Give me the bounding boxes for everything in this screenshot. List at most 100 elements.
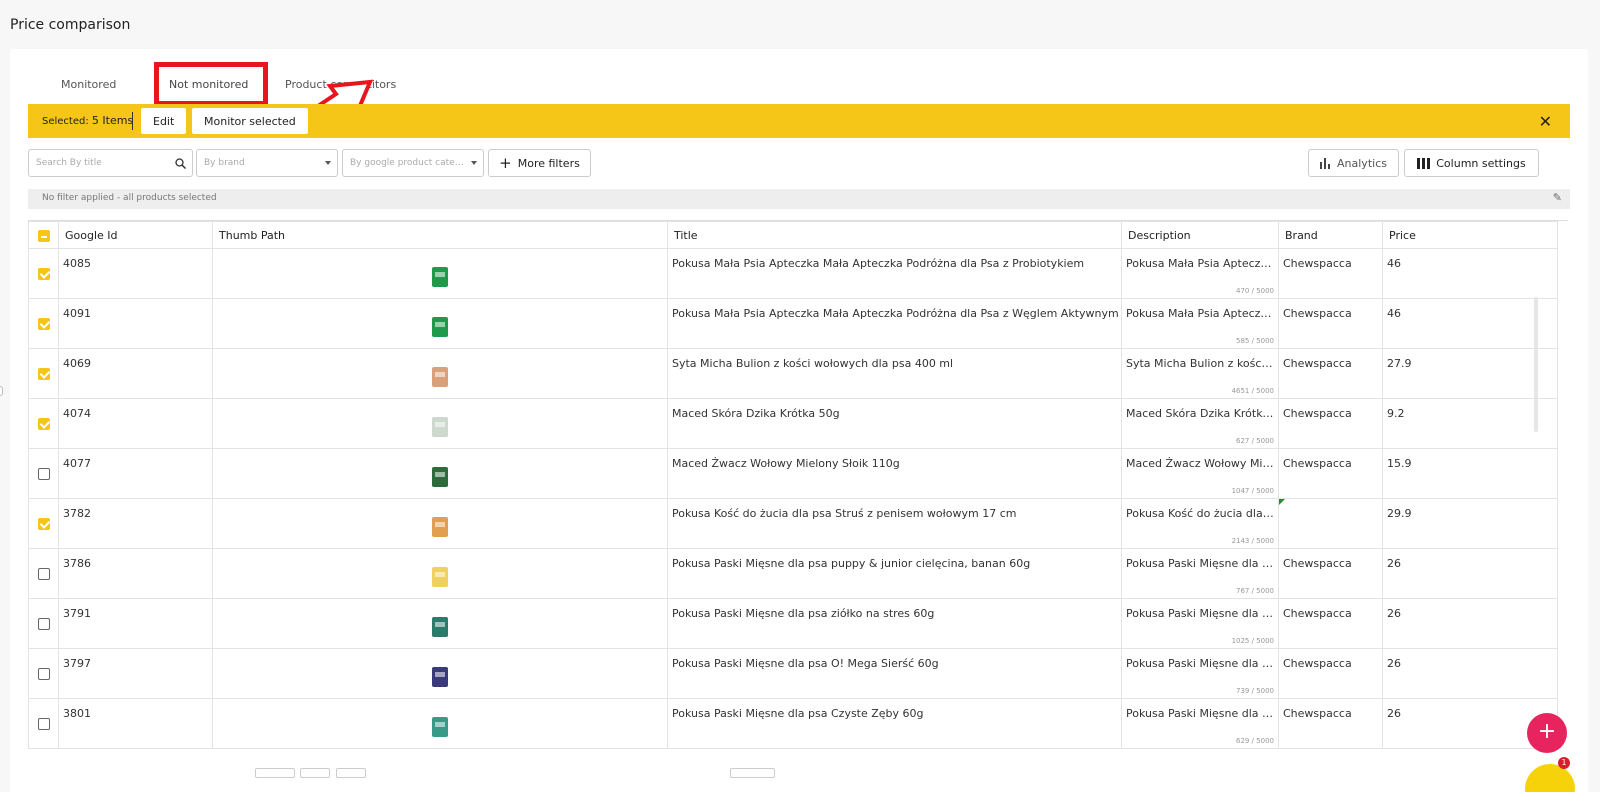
edit-button[interactable]: Edit bbox=[141, 108, 187, 134]
table-row[interactable]: 4074 Maced Skóra Dzika Krótka 50g Maced Sk… bbox=[28, 398, 1558, 449]
product-thumbnail[interactable] bbox=[425, 715, 455, 739]
column-header-price[interactable]: Price bbox=[1382, 221, 1558, 249]
title-cell: Pokusa Mała Psia Apteczka Mała Apteczka … bbox=[667, 298, 1122, 349]
tab-monitored[interactable]: Monitored bbox=[61, 78, 116, 91]
row-checkbox[interactable] bbox=[37, 668, 50, 680]
brand-text: Chewspacca bbox=[1283, 607, 1352, 620]
category-select[interactable]: By google product categ... bbox=[342, 149, 484, 177]
table-row[interactable]: 4085 Pokusa Mała Psia Apteczka Mała Aptec… bbox=[28, 248, 1558, 299]
brand-select[interactable]: By brand bbox=[196, 149, 338, 177]
tab-product-competitors[interactable]: Product competitors bbox=[285, 78, 396, 91]
row-checkbox[interactable] bbox=[37, 418, 50, 430]
table-body: 4085 Pokusa Mała Psia Apteczka Mała Aptec… bbox=[28, 248, 1558, 749]
product-thumbnail[interactable] bbox=[425, 365, 455, 389]
row-select-cell[interactable] bbox=[28, 448, 59, 499]
brand-text: Chewspacca bbox=[1283, 357, 1352, 370]
product-thumbnail[interactable] bbox=[425, 465, 455, 489]
price-cell: 26 bbox=[1382, 648, 1558, 699]
row-select-cell[interactable] bbox=[28, 648, 59, 699]
row-checkbox[interactable] bbox=[37, 618, 50, 630]
column-header-title[interactable]: Title bbox=[667, 221, 1122, 249]
product-thumbnail[interactable] bbox=[425, 615, 455, 639]
table-row[interactable]: 3791 Pokusa Paski Mięsne dla psa ziółko n… bbox=[28, 598, 1558, 649]
table-row[interactable]: 3782 Pokusa Kość do żucia dla psa Struś z… bbox=[28, 498, 1558, 549]
product-thumbnail[interactable] bbox=[425, 415, 455, 439]
column-header-google-id[interactable]: Google Id bbox=[58, 221, 213, 249]
title-cell: Pokusa Paski Mięsne dla psa ziółko na st… bbox=[667, 598, 1122, 649]
thumb-cell bbox=[212, 598, 668, 649]
brand-cell: Chewspacca bbox=[1278, 348, 1383, 399]
product-thumbnail[interactable] bbox=[425, 565, 455, 589]
row-checkbox[interactable] bbox=[37, 568, 50, 580]
brand-text: Chewspacca bbox=[1283, 557, 1352, 570]
table-row[interactable]: 3797 Pokusa Paski Mięsne dla psa O! Mega … bbox=[28, 648, 1558, 699]
row-checkbox[interactable] bbox=[37, 318, 50, 330]
pagination-control[interactable] bbox=[300, 768, 330, 778]
select-all-cell[interactable] bbox=[28, 221, 59, 249]
table-row[interactable]: 4069 Syta Micha Bulion z kości wołowych d… bbox=[28, 348, 1558, 399]
row-select-cell[interactable] bbox=[28, 698, 59, 749]
character-count: 585 / 5000 bbox=[1236, 337, 1274, 345]
pagination-control[interactable] bbox=[336, 768, 366, 778]
character-count: 629 / 5000 bbox=[1236, 737, 1274, 745]
google-id-cell: 4069 bbox=[58, 348, 213, 399]
description-text: Pokusa Paski Mięsne dla psa Czyste Zęby … bbox=[1126, 707, 1274, 720]
columns-icon bbox=[1417, 157, 1431, 169]
thumb-cell bbox=[212, 248, 668, 299]
row-checkbox[interactable] bbox=[37, 718, 50, 730]
price-cell: 9.2 bbox=[1382, 398, 1558, 449]
table-row[interactable]: 4091 Pokusa Mała Psia Apteczka Mała Aptec… bbox=[28, 298, 1558, 349]
tab-not-monitored[interactable]: Not monitored bbox=[169, 78, 248, 91]
description-cell: Pokusa Paski Mięsne dla psa puppy & juni… bbox=[1121, 548, 1279, 599]
description-cell: Pokusa Mała Psia Apteczka Mała Apteczka … bbox=[1121, 248, 1279, 299]
row-select-cell[interactable] bbox=[28, 598, 59, 649]
products-table: Google Id Thumb Path Title Description B… bbox=[28, 220, 1568, 750]
search-input[interactable]: Search By title bbox=[28, 149, 193, 177]
edit-pencil-icon[interactable]: ✎ bbox=[1553, 191, 1562, 204]
character-count: 2143 / 5000 bbox=[1231, 537, 1274, 545]
add-fab-button[interactable]: + bbox=[1527, 713, 1567, 753]
description-cell: Pokusa Paski Mięsne dla psa O! Mega Sier… bbox=[1121, 648, 1279, 699]
row-select-cell[interactable] bbox=[28, 548, 59, 599]
select-all-checkbox[interactable] bbox=[37, 229, 50, 242]
brand-cell: Chewspacca bbox=[1278, 648, 1383, 699]
row-select-cell[interactable] bbox=[28, 348, 59, 399]
row-select-cell[interactable] bbox=[28, 248, 59, 299]
table-row[interactable]: 3801 Pokusa Paski Mięsne dla psa Czyste Z… bbox=[28, 698, 1558, 749]
description-cell: Pokusa Kość do żucia dla psa Struś z pen… bbox=[1121, 498, 1279, 549]
product-thumbnail[interactable] bbox=[425, 515, 455, 539]
description-cell: Pokusa Mała Psia Apteczka Mała Apteczka … bbox=[1121, 298, 1279, 349]
more-filters-button[interactable]: + More filters bbox=[488, 149, 591, 177]
product-thumbnail[interactable] bbox=[425, 665, 455, 689]
row-checkbox[interactable] bbox=[37, 368, 50, 380]
table-row[interactable]: 3786 Pokusa Paski Mięsne dla psa puppy & … bbox=[28, 548, 1558, 599]
search-icon bbox=[175, 158, 186, 169]
thumb-cell bbox=[212, 298, 668, 349]
row-checkbox[interactable] bbox=[37, 468, 50, 480]
description-cell: Pokusa Paski Mięsne dla psa ziółko na st… bbox=[1121, 598, 1279, 649]
row-select-cell[interactable] bbox=[28, 398, 59, 449]
brand-text: Chewspacca bbox=[1283, 457, 1352, 470]
sidebar-handle[interactable] bbox=[0, 386, 3, 396]
title-cell: Pokusa Mała Psia Apteczka Mała Apteczka … bbox=[667, 248, 1122, 299]
chevron-down-icon bbox=[471, 161, 477, 165]
column-header-brand[interactable]: Brand bbox=[1278, 221, 1383, 249]
column-header-description[interactable]: Description bbox=[1121, 221, 1279, 249]
analytics-button[interactable]: Analytics bbox=[1308, 149, 1399, 177]
row-checkbox[interactable] bbox=[37, 268, 50, 280]
monitor-selected-button[interactable]: Monitor selected bbox=[192, 108, 308, 134]
row-select-cell[interactable] bbox=[28, 298, 59, 349]
close-icon[interactable]: ✕ bbox=[1539, 112, 1552, 131]
pagination-control[interactable] bbox=[255, 768, 295, 778]
character-count: 470 / 5000 bbox=[1236, 287, 1274, 295]
row-select-cell[interactable] bbox=[28, 498, 59, 549]
product-thumbnail[interactable] bbox=[425, 265, 455, 289]
column-header-thumb-path[interactable]: Thumb Path bbox=[212, 221, 668, 249]
table-scrollbar[interactable] bbox=[1534, 297, 1538, 432]
table-row[interactable]: 4077 Maced Żwacz Wołowy Mielony Słoik 110… bbox=[28, 448, 1558, 499]
row-checkbox[interactable] bbox=[37, 518, 50, 530]
pagination-control[interactable] bbox=[730, 768, 775, 778]
product-thumbnail[interactable] bbox=[425, 315, 455, 339]
column-settings-button[interactable]: Column settings bbox=[1404, 149, 1539, 177]
price-cell: 15.9 bbox=[1382, 448, 1558, 499]
